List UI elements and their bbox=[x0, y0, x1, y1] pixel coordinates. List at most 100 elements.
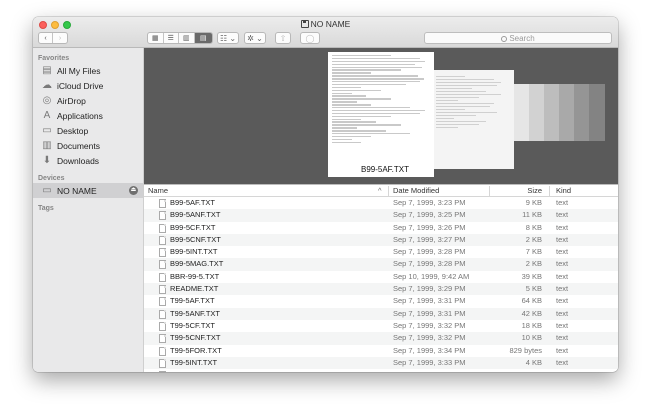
file-kind: text bbox=[556, 198, 569, 207]
list-view-button[interactable]: ☰ bbox=[164, 33, 180, 43]
file-name: T99-5MAG.TXT bbox=[170, 369, 223, 372]
sort-indicator: ^ bbox=[378, 186, 382, 195]
file-size: 2 KB bbox=[525, 234, 542, 244]
file-row[interactable]: B99-5CNF.TXT Sep 7, 1999, 3:27 PM 2 KB text bbox=[144, 233, 618, 247]
text-line bbox=[436, 97, 480, 98]
text-line bbox=[436, 76, 465, 77]
search-field[interactable]: Search bbox=[424, 32, 612, 44]
all-files-icon: ▤ bbox=[42, 64, 52, 76]
sidebar-item-no-name[interactable]: ▭ NO NAME ⏏ bbox=[33, 183, 143, 198]
column-divider[interactable] bbox=[388, 186, 389, 196]
arrange-button[interactable]: ☷ ⌄ bbox=[217, 32, 239, 44]
sidebar-item-airdrop[interactable]: ◎ AirDrop bbox=[33, 93, 143, 108]
file-row[interactable]: T99-5FOR.TXT Sep 7, 1999, 3:34 PM 829 byte… bbox=[144, 345, 618, 357]
sidebar-item-icloud-drive[interactable]: ☁ iCloud Drive bbox=[33, 78, 143, 93]
desktop-icon: ▭ bbox=[42, 124, 52, 136]
text-line bbox=[332, 118, 362, 120]
column-header-kind[interactable]: Kind bbox=[556, 186, 571, 196]
document-preview-stack[interactable] bbox=[574, 84, 589, 141]
file-size: 42 KB bbox=[521, 308, 542, 318]
sidebar-item-downloads[interactable]: ⬇ Downloads bbox=[33, 153, 143, 168]
file-date-modified: Sep 10, 1999, 9:42 AM bbox=[393, 271, 470, 281]
icon-view-button[interactable]: ▦ bbox=[148, 33, 164, 43]
sidebar-header-favorites: Favorites bbox=[38, 55, 70, 62]
text-file-icon bbox=[159, 285, 166, 295]
text-line bbox=[436, 112, 498, 113]
document-preview-stack[interactable] bbox=[514, 84, 529, 141]
file-date-modified: Sep 7, 1999, 3:28 PM bbox=[393, 247, 466, 257]
text-line bbox=[332, 92, 352, 94]
preview-caption: B99-5AF.TXT bbox=[359, 165, 412, 174]
sidebar-item-desktop[interactable]: ▭ Desktop bbox=[33, 123, 143, 138]
column-divider[interactable] bbox=[489, 186, 490, 196]
cover-flow-view-button[interactable]: ▤ bbox=[194, 33, 212, 43]
file-row[interactable]: T99-5CNF.TXT Sep 7, 1999, 3:32 PM 10 KB tex… bbox=[144, 332, 618, 345]
file-name: B99-5ANF.TXT bbox=[170, 210, 221, 220]
file-row[interactable]: B99-5MAG.TXT Sep 7, 1999, 3:28 PM 2 KB text bbox=[144, 258, 618, 271]
sidebar-item-applications[interactable]: A Applications bbox=[33, 108, 143, 123]
document-preview-next[interactable] bbox=[434, 70, 514, 169]
file-row[interactable]: README.TXT Sep 7, 1999, 3:29 PM 5 KB text bbox=[144, 283, 618, 296]
text-line bbox=[332, 115, 391, 118]
file-row[interactable]: B99-5ANF.TXT Sep 7, 1999, 3:25 PM 11 KB tex… bbox=[144, 209, 618, 222]
file-row[interactable]: BBR-99-5.TXT Sep 10, 1999, 9:42 AM 39 KB te… bbox=[144, 271, 618, 283]
text-line bbox=[436, 82, 501, 83]
column-divider[interactable] bbox=[549, 186, 550, 196]
file-name: T99-5AF.TXT bbox=[170, 296, 215, 306]
sidebar-item-label: Documents bbox=[57, 140, 100, 151]
file-row[interactable]: B99-5INT.TXT Sep 7, 1999, 3:28 PM 7 KB text bbox=[144, 246, 618, 258]
text-line bbox=[332, 133, 411, 135]
column-header-date[interactable]: Date Modified bbox=[393, 186, 439, 196]
file-name: B99-5AF.TXT bbox=[170, 198, 216, 207]
text-file-icon bbox=[159, 309, 166, 319]
document-preview-stack[interactable] bbox=[544, 84, 559, 141]
file-size: 64 KB bbox=[521, 296, 542, 306]
sidebar-item-documents[interactable]: ▥ Documents bbox=[33, 138, 143, 153]
column-view-button[interactable]: ▥ bbox=[179, 33, 195, 43]
sidebar-item-all-my-files[interactable]: ▤ All My Files bbox=[33, 63, 143, 78]
search-icon bbox=[501, 36, 508, 42]
forward-button[interactable]: › bbox=[53, 33, 67, 43]
cover-flow-preview: B99-5AF.TXT bbox=[144, 48, 618, 185]
file-row[interactable]: T99-5MAG.TXT Sep 7, 1999, 3:33 PM 2 KB text bbox=[144, 369, 618, 372]
document-preview-selected[interactable] bbox=[328, 52, 434, 177]
document-preview-stack[interactable] bbox=[529, 84, 544, 141]
file-size: 2 KB bbox=[525, 259, 542, 269]
text-line bbox=[332, 86, 362, 89]
sidebar-item-label: iCloud Drive bbox=[57, 80, 104, 91]
file-row[interactable]: T99-5CF.TXT Sep 7, 1999, 3:32 PM 18 KB text bbox=[144, 320, 618, 332]
file-row[interactable]: T99-5AF.TXT Sep 7, 1999, 3:31 PM 64 KB text bbox=[144, 295, 618, 307]
action-button[interactable]: ✲ ⌄ bbox=[244, 32, 266, 44]
file-row[interactable]: B99-5CF.TXT Sep 7, 1999, 3:26 PM 8 KB text bbox=[144, 222, 618, 234]
view-mode-control: ▦ ☰ ▥ ▤ bbox=[147, 32, 213, 44]
file-row[interactable]: T99-5ANF.TXT Sep 7, 1999, 3:31 PM 42 KB tex… bbox=[144, 307, 618, 320]
sidebar-item-label: Downloads bbox=[57, 155, 100, 166]
back-button[interactable]: ‹ bbox=[39, 33, 54, 43]
file-row[interactable]: B99-5AF.TXT Sep 7, 1999, 3:23 PM 9 KB text bbox=[144, 197, 618, 209]
column-header-name[interactable]: Name bbox=[148, 186, 168, 196]
back-forward-control: ‹ › bbox=[38, 32, 68, 44]
file-kind: text bbox=[556, 271, 569, 281]
file-date-modified: Sep 7, 1999, 3:25 PM bbox=[393, 210, 466, 220]
text-line bbox=[332, 124, 401, 126]
text-line bbox=[332, 89, 381, 92]
file-name: BBR-99-5.TXT bbox=[170, 271, 220, 281]
edit-tags-button[interactable]: ◯ bbox=[300, 32, 320, 44]
file-row[interactable]: T99-5INT.TXT Sep 7, 1999, 3:33 PM 4 KB text bbox=[144, 356, 618, 370]
share-button[interactable]: ⇧ bbox=[275, 32, 291, 44]
file-rows: B99-5AF.TXT Sep 7, 1999, 3:23 PM 9 KB text B… bbox=[144, 197, 618, 372]
sidebar-header-devices: Devices bbox=[38, 175, 65, 182]
column-header-size[interactable]: Size bbox=[494, 186, 542, 196]
document-preview-stack[interactable] bbox=[589, 84, 605, 141]
file-kind: text bbox=[556, 333, 569, 343]
list-header: Name ^ Date Modified Size Kind bbox=[144, 185, 618, 197]
text-line bbox=[332, 112, 421, 115]
document-preview-stack[interactable] bbox=[559, 84, 574, 141]
text-file-icon bbox=[159, 346, 166, 356]
text-file-icon bbox=[159, 223, 166, 233]
eject-icon[interactable]: ⏏ bbox=[129, 186, 138, 195]
file-name: T99-5INT.TXT bbox=[170, 357, 218, 367]
downloads-icon: ⬇ bbox=[42, 154, 52, 166]
text-line bbox=[332, 127, 357, 129]
file-date-modified: Sep 7, 1999, 3:27 PM bbox=[393, 234, 466, 244]
